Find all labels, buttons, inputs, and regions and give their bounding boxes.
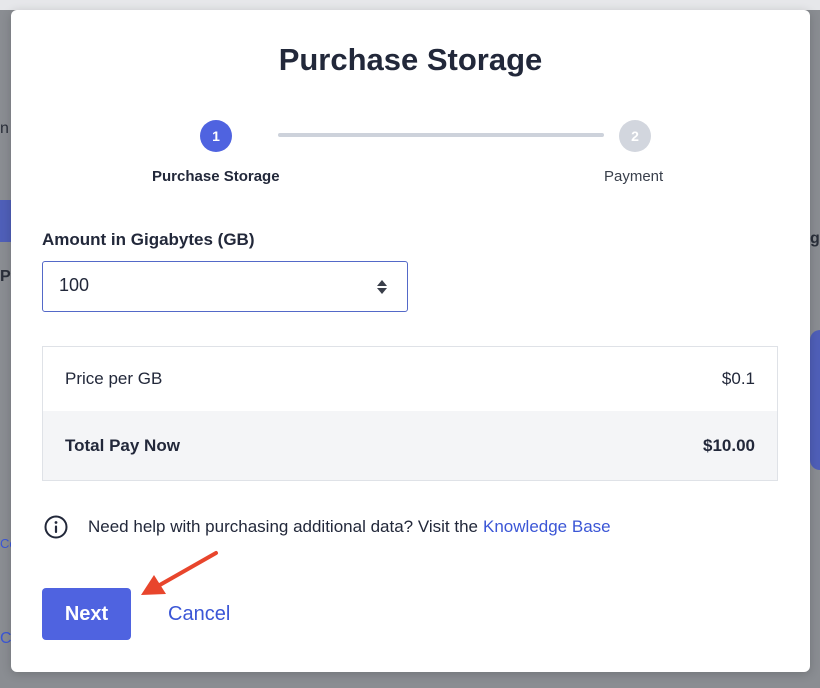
step-1-indicator: 1 [200, 120, 232, 152]
next-button[interactable]: Next [42, 588, 131, 640]
background-text: n [0, 120, 9, 137]
knowledge-base-link[interactable]: Knowledge Base [483, 517, 611, 537]
amount-stepper[interactable] [373, 277, 391, 297]
pricing-summary-table: Price per GB $0.1 Total Pay Now $10.00 [42, 346, 778, 481]
step-2-indicator: 2 [619, 120, 651, 152]
help-message: Need help with purchasing additional dat… [44, 515, 611, 539]
annotation-arrow-icon [141, 551, 218, 595]
price-per-gb-label: Price per GB [65, 369, 163, 388]
help-text: Need help with purchasing additional dat… [88, 517, 479, 536]
total-pay-row: Total Pay Now $10.00 [43, 411, 777, 480]
step-1-label: Purchase Storage [152, 168, 280, 185]
step-2-label: Payment [604, 168, 664, 185]
stepper-progress-line [278, 133, 604, 137]
amount-field[interactable] [42, 261, 408, 312]
background-blue-button [0, 200, 11, 242]
total-pay-value: $10.00 [703, 435, 755, 455]
increment-arrow-icon[interactable] [377, 280, 387, 286]
amount-input[interactable] [59, 275, 359, 296]
price-per-gb-row: Price per GB $0.1 [43, 347, 777, 411]
modal-title: Purchase Storage [278, 42, 543, 77]
info-icon [44, 515, 68, 539]
price-per-gb-value: $0.1 [721, 369, 755, 388]
decrement-arrow-icon[interactable] [377, 288, 387, 294]
background-text: g [810, 230, 820, 247]
purchase-storage-modal: Purchase Storage 1 2 Purchase Storage Pa… [11, 10, 810, 672]
background-shape [810, 330, 820, 470]
total-pay-label: Total Pay Now [65, 435, 180, 455]
amount-label: Amount in Gigabytes (GB) [42, 230, 255, 249]
background-app-strip [0, 0, 820, 10]
